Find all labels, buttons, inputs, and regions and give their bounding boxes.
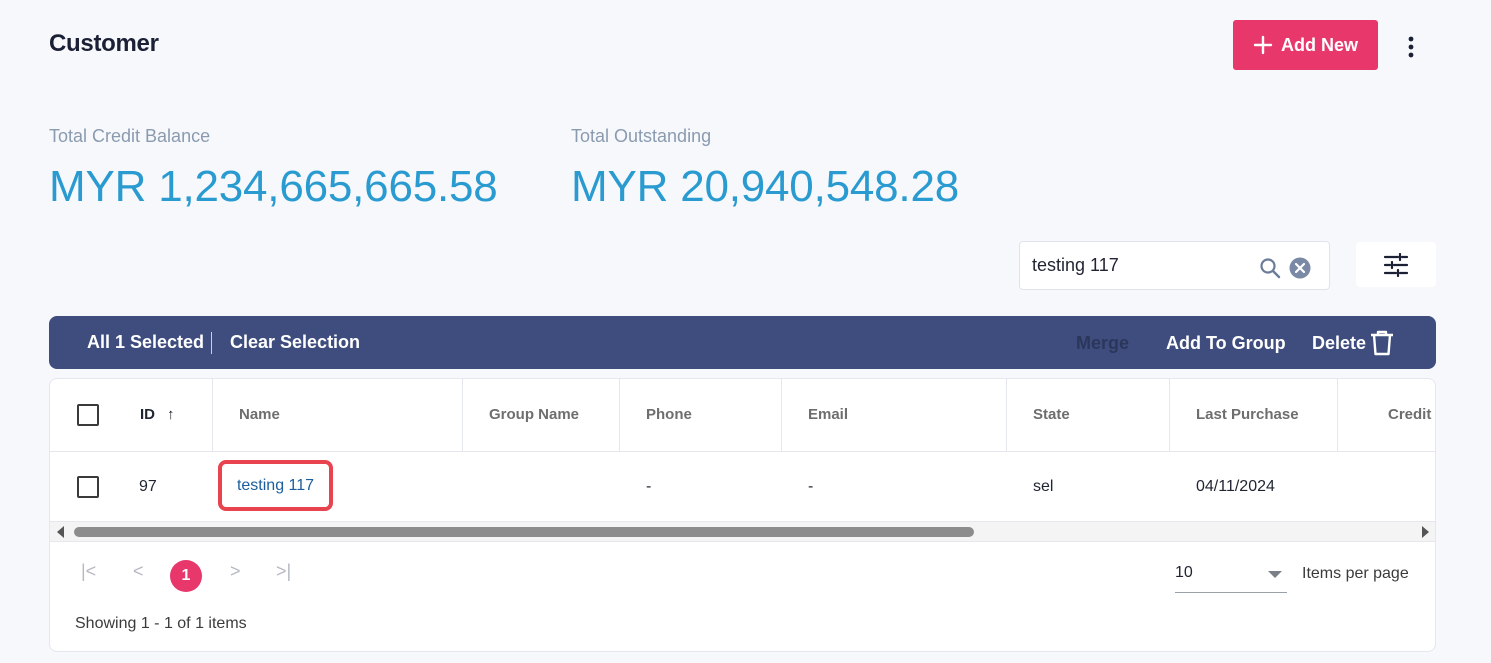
table-header: ID ↑ Name Group Name Phone Email State L…: [50, 379, 1435, 452]
column-header-phone[interactable]: Phone: [646, 406, 692, 423]
column-header-credit[interactable]: Credit L: [1388, 406, 1435, 423]
scroll-right-arrow-icon[interactable]: [1422, 526, 1429, 538]
customer-name-link[interactable]: testing 117: [218, 460, 333, 511]
search-field: [1019, 241, 1330, 290]
selected-count-label: All 1 Selected: [87, 332, 205, 352]
sliders-icon: [1383, 252, 1409, 277]
items-per-page-select[interactable]: 10: [1175, 559, 1287, 593]
outstanding-label: Total Outstanding: [571, 126, 712, 146]
sort-arrow-up-icon[interactable]: ↑: [167, 406, 175, 423]
column-header-group-name[interactable]: Group Name: [489, 406, 579, 423]
merge-button[interactable]: Merge: [1076, 333, 1129, 354]
add-new-label: Add New: [1280, 34, 1358, 55]
customer-table: ID ↑ Name Group Name Phone Email State L…: [49, 378, 1436, 652]
page-button-1[interactable]: 1: [170, 560, 202, 592]
cell-state: sel: [1033, 478, 1054, 495]
items-per-page-value: 10: [1175, 564, 1193, 581]
last-page-icon[interactable]: >|: [276, 561, 291, 582]
selection-action-bar: All 1 Selected Clear Selection Merge Add…: [49, 316, 1436, 369]
chevron-down-icon: [1268, 571, 1282, 578]
showing-items-text: Showing 1 - 1 of 1 items: [75, 615, 247, 632]
prev-page-icon[interactable]: <: [133, 561, 144, 582]
more-vertical-icon[interactable]: [1398, 34, 1424, 60]
cell-last-purchase: 04/11/2024: [1196, 478, 1275, 495]
filter-button[interactable]: [1356, 242, 1436, 287]
column-header-email[interactable]: Email: [808, 406, 848, 423]
cell-phone: -: [646, 478, 652, 495]
search-input[interactable]: [1032, 255, 1252, 276]
next-page-icon[interactable]: >: [230, 561, 241, 582]
clear-circle-icon[interactable]: [1289, 257, 1311, 279]
clear-selection-button[interactable]: Clear Selection: [230, 332, 360, 353]
credit-balance-label: Total Credit Balance: [49, 126, 211, 146]
items-per-page-label: Items per page: [1302, 565, 1409, 582]
column-header-id[interactable]: ID: [140, 406, 155, 423]
delete-button[interactable]: Delete: [1312, 333, 1366, 354]
trash-icon[interactable]: [1369, 329, 1395, 357]
plus-icon: [1253, 35, 1273, 55]
column-header-state[interactable]: State: [1033, 406, 1070, 423]
scroll-left-arrow-icon[interactable]: [57, 526, 64, 538]
select-all-checkbox[interactable]: [77, 404, 99, 426]
cell-email: -: [808, 478, 814, 495]
first-page-icon[interactable]: |<: [81, 561, 96, 582]
divider: [211, 332, 212, 354]
search-icon[interactable]: [1259, 257, 1281, 279]
cell-id: 97: [139, 478, 157, 495]
credit-balance-value: MYR 1,234,665,665.58: [49, 162, 498, 211]
column-header-name[interactable]: Name: [239, 406, 280, 423]
scrollbar-thumb[interactable]: [74, 527, 974, 537]
add-to-group-button[interactable]: Add To Group: [1166, 333, 1286, 354]
row-checkbox[interactable]: [77, 476, 99, 498]
add-new-button[interactable]: Add New: [1233, 20, 1378, 70]
page-title: Customer: [49, 30, 159, 57]
horizontal-scrollbar[interactable]: [50, 522, 1435, 542]
column-header-last-purchase[interactable]: Last Purchase: [1196, 406, 1299, 423]
outstanding-value: MYR 20,940,548.28: [571, 162, 959, 211]
